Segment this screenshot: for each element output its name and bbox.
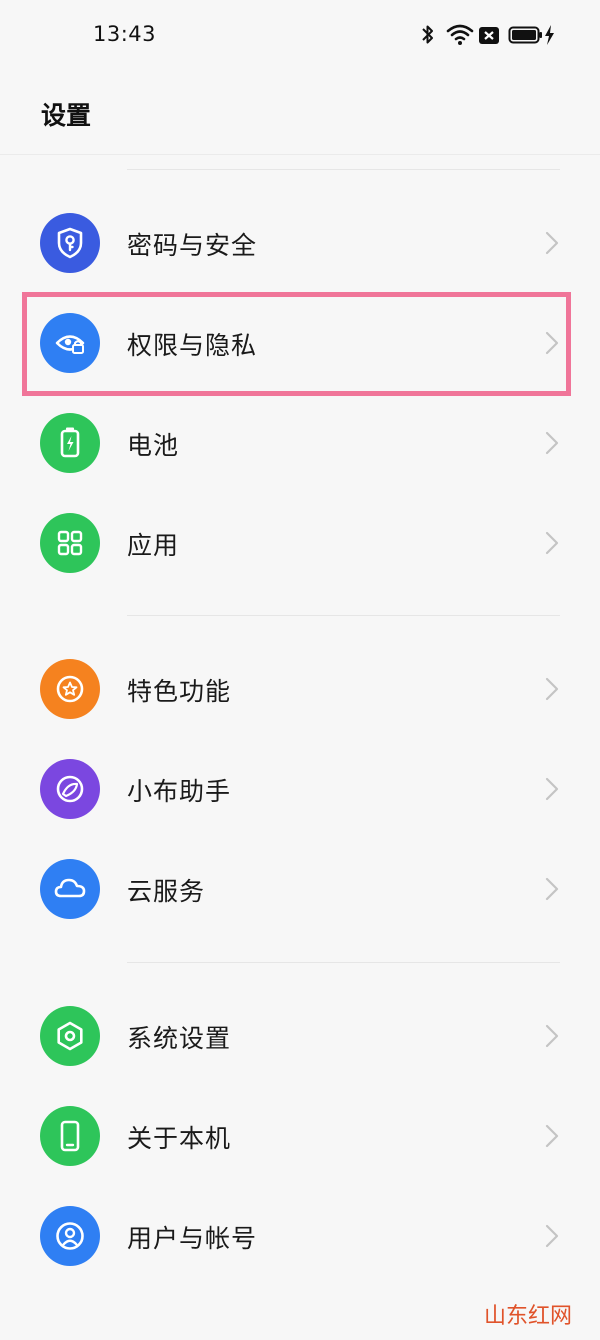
- battery-icon: [60, 427, 80, 458]
- status-icons: [420, 22, 560, 48]
- user-icon: [56, 1222, 84, 1250]
- settings-item-label: 关于本机: [127, 1124, 232, 1153]
- hexagon-gear-icon: [57, 1021, 83, 1051]
- sim-error-icon: [479, 27, 499, 44]
- section-divider: [127, 615, 560, 616]
- section-divider: [127, 962, 560, 963]
- status-bar: 13:43: [0, 0, 600, 70]
- assistant-icon: [56, 775, 84, 803]
- settings-item-password-security[interactable]: 密码与安全: [0, 193, 600, 293]
- settings-item-battery[interactable]: 电池: [0, 393, 600, 493]
- watermark: 山东红网: [484, 1304, 573, 1329]
- settings-item-label: 电池: [127, 431, 180, 460]
- chevron-right-icon: [545, 677, 559, 701]
- settings-item-cloud-service[interactable]: 云服务: [0, 839, 600, 939]
- chevron-right-icon: [545, 777, 559, 801]
- chevron-right-icon: [545, 1124, 559, 1148]
- status-time: 13:43: [93, 22, 157, 46]
- apps-grid-icon: [57, 530, 83, 556]
- settings-item-label: 应用: [127, 531, 180, 560]
- chevron-right-icon: [545, 531, 559, 555]
- header: 设置: [0, 70, 600, 155]
- cloud-icon: [54, 878, 86, 898]
- chevron-right-icon: [545, 431, 559, 455]
- settings-item-label: 系统设置: [127, 1024, 232, 1053]
- settings-item-breeno-assistant[interactable]: 小布助手: [0, 739, 600, 839]
- chevron-right-icon: [545, 1024, 559, 1048]
- settings-item-label: 用户与帐号: [127, 1224, 258, 1253]
- settings-item-label: 小布助手: [127, 777, 232, 806]
- battery-charging-icon: [508, 25, 554, 45]
- settings-item-special-features[interactable]: 特色功能: [0, 639, 600, 739]
- chevron-right-icon: [545, 231, 559, 255]
- settings-item-label: 云服务: [127, 877, 206, 906]
- section-divider: [127, 169, 560, 170]
- highlight-box: [22, 292, 571, 396]
- star-badge-icon: [56, 675, 84, 703]
- settings-item-system-settings[interactable]: 系统设置: [0, 986, 600, 1086]
- bluetooth-icon: [422, 25, 433, 44]
- shield-key-icon: [57, 227, 83, 259]
- page-title: 设置: [41, 101, 92, 130]
- chevron-right-icon: [545, 877, 559, 901]
- phone-icon: [60, 1120, 80, 1152]
- chevron-right-icon: [545, 1224, 559, 1248]
- settings-item-label: 特色功能: [127, 677, 232, 706]
- wifi-icon: [446, 24, 474, 45]
- settings-item-users-accounts[interactable]: 用户与帐号: [0, 1186, 600, 1286]
- settings-item-apps[interactable]: 应用: [0, 493, 600, 593]
- settings-item-about-phone[interactable]: 关于本机: [0, 1086, 600, 1186]
- settings-item-label: 密码与安全: [127, 231, 258, 260]
